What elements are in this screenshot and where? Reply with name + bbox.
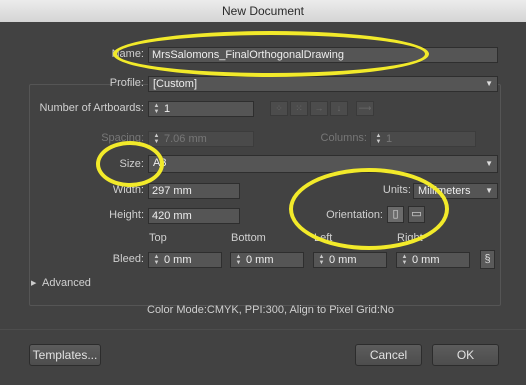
grid-by-column-icon[interactable]: ⁙ [290, 101, 308, 116]
spinner-icon[interactable]: ▲ ▼ [152, 133, 161, 145]
width-label: Width: [112, 184, 144, 196]
bleed-left-stepper[interactable]: ▲ ▼ 0 mm [313, 252, 387, 268]
width-input[interactable]: 297 mm [148, 183, 240, 199]
chevron-down-icon: ▼ [485, 186, 493, 195]
advanced-toggle[interactable]: Advanced [42, 277, 91, 289]
bleed-bottom-stepper[interactable]: ▲ ▼ 0 mm [230, 252, 304, 268]
columns-label: Columns: [320, 132, 367, 144]
profile-label: Profile: [109, 77, 144, 89]
document-info-text: Color Mode:CMYK, PPI:300, Align to Pixel… [147, 304, 394, 316]
size-label: Size: [119, 158, 144, 170]
spacing-value: 7.06 mm [164, 133, 207, 145]
chain-link-icon[interactable]: § [480, 250, 495, 269]
chevron-down-icon: ▼ [485, 79, 493, 88]
ok-button[interactable]: OK [432, 344, 499, 366]
spacing-stepper[interactable]: ▲ ▼ 7.06 mm [148, 131, 254, 147]
size-value: A3 [153, 157, 167, 169]
artboards-stepper[interactable]: ▲ ▼ 1 [148, 101, 254, 117]
name-label: Name: [111, 48, 144, 60]
portrait-orientation-icon[interactable]: ▯ [387, 206, 404, 223]
spinner-icon[interactable]: ▲ ▼ [400, 254, 409, 266]
units-dropdown[interactable]: Millimeters ▼ [413, 183, 498, 199]
bleed-right-header: Right [397, 232, 423, 244]
spinner-icon[interactable]: ▲ ▼ [234, 254, 243, 266]
spinner-icon[interactable]: ▲ ▼ [152, 103, 161, 115]
height-label: Height: [109, 209, 144, 221]
orientation-label: Orientation: [326, 209, 383, 221]
bleed-top-header: Top [149, 232, 167, 244]
right-to-left-icon[interactable]: ⟶ [356, 101, 374, 116]
profile-value: [Custom] [153, 78, 198, 90]
spacing-label: Spacing: [101, 132, 144, 144]
name-input[interactable]: MrsSalomons_FinalOrthogonalDrawing [148, 47, 498, 63]
spinner-icon[interactable]: ▲ ▼ [152, 254, 161, 266]
grid-by-row-icon[interactable]: ⁘ [270, 101, 288, 116]
chevron-down-icon: ▼ [485, 159, 493, 168]
spinner-icon[interactable]: ▲ ▼ [374, 133, 383, 145]
artboards-value: 1 [164, 103, 171, 115]
cancel-button[interactable]: Cancel [355, 344, 422, 366]
footer-separator [0, 329, 526, 330]
height-input[interactable]: 420 mm [148, 208, 240, 224]
columns-stepper[interactable]: ▲ ▼ 1 [370, 131, 476, 147]
size-dropdown[interactable]: A3 ▼ [148, 155, 498, 173]
bleed-right-value: 0 mm [412, 254, 440, 266]
landscape-orientation-icon[interactable]: ▭ [408, 206, 425, 223]
bleed-left-value: 0 mm [329, 254, 357, 266]
new-document-dialog: Name: MrsSalomons_FinalOrthogonalDrawing… [0, 22, 526, 385]
units-value: Millimeters [418, 185, 471, 197]
units-label: Units: [382, 184, 411, 196]
arrange-by-column-icon[interactable]: ↓ [330, 101, 348, 116]
templates-button[interactable]: Templates... [29, 344, 101, 366]
disclosure-triangle-icon[interactable]: ▶ [31, 279, 36, 287]
window-title: New Document [221, 4, 305, 18]
bleed-label: Bleed: [112, 253, 144, 265]
columns-value: 1 [386, 133, 393, 145]
bleed-top-stepper[interactable]: ▲ ▼ 0 mm [148, 252, 222, 268]
profile-dropdown[interactable]: [Custom] ▼ [148, 76, 498, 92]
bleed-top-value: 0 mm [164, 254, 192, 266]
window-titlebar: New Document [0, 0, 526, 23]
bleed-left-header: Left [314, 232, 333, 244]
bleed-bottom-value: 0 mm [246, 254, 274, 266]
arrange-by-row-icon[interactable]: → [310, 101, 328, 116]
artboards-label: Number of Artboards: [39, 102, 144, 114]
spinner-icon[interactable]: ▲ ▼ [317, 254, 326, 266]
bleed-right-stepper[interactable]: ▲ ▼ 0 mm [396, 252, 470, 268]
bleed-bottom-header: Bottom [231, 232, 266, 244]
